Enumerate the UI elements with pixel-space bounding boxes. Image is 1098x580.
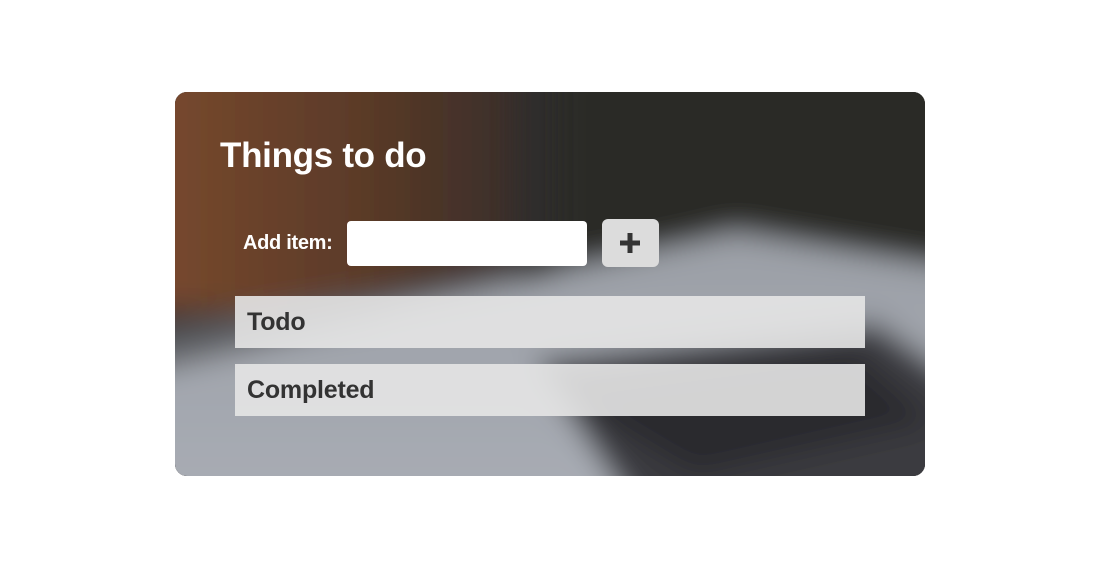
add-item-form: Add item: [243,219,659,267]
completed-section-header: Completed [235,364,865,416]
page-title: Things to do [220,136,427,175]
add-item-button[interactable] [601,219,659,267]
todo-section-header: Todo [235,296,865,348]
todo-card: Things to do Add item: Todo Completed [175,92,925,476]
add-item-label: Add item: [243,231,333,254]
plus-icon [620,233,641,253]
add-item-input[interactable] [346,220,587,266]
